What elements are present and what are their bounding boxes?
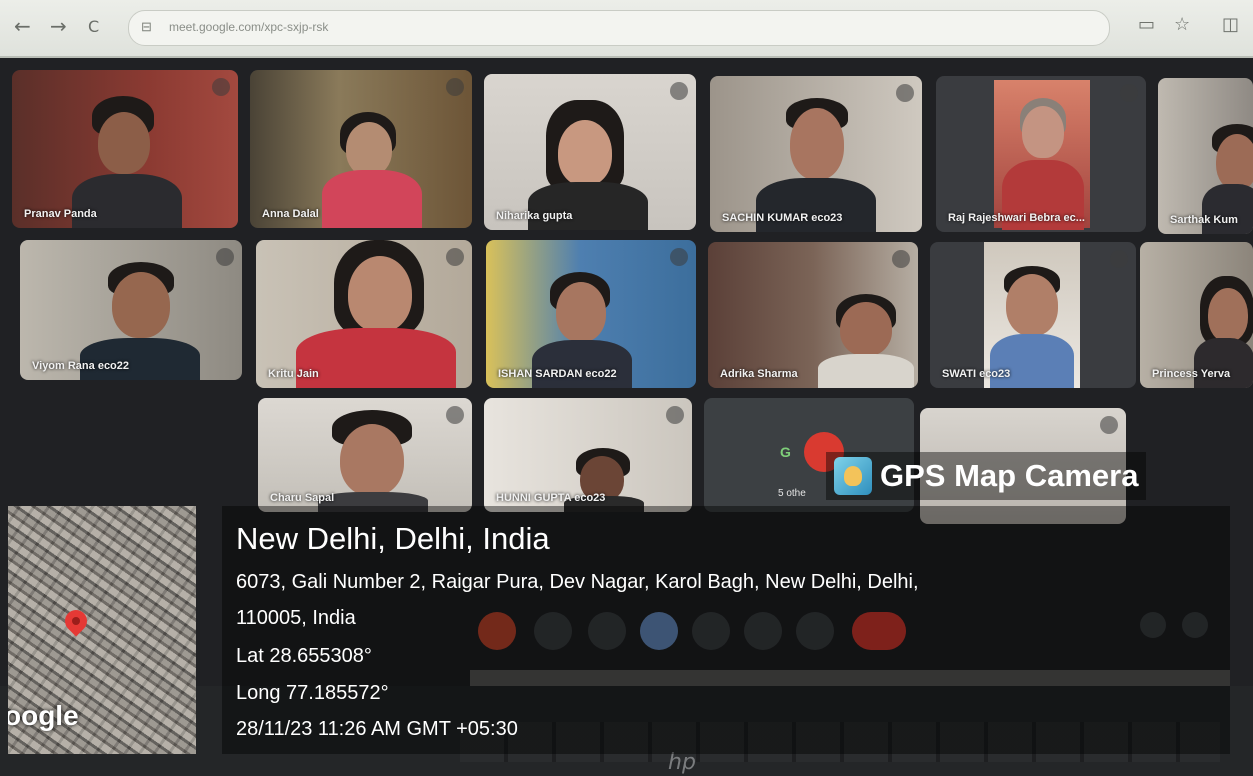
mic-status-icon: [1100, 416, 1118, 434]
gps-datetime: 28/11/23 11:26 AM GMT +05:30: [236, 718, 518, 740]
map-provider-logo: oogle: [8, 700, 79, 731]
participant-name: SACHIN KUMAR eco23: [722, 212, 843, 224]
reload-icon[interactable]: C: [88, 17, 99, 36]
participant-video: [984, 242, 1080, 388]
gps-app-title: GPS Map Camera: [880, 458, 1139, 493]
participant-name: Sarthak Kum: [1170, 214, 1238, 226]
participant-tile[interactable]: HUNNI GUPTA eco23: [484, 398, 692, 512]
participant-tile[interactable]: Sarthak Kum: [1158, 78, 1253, 234]
participant-name: Raj Rajeshwari Bebra ec...: [948, 212, 1085, 224]
participant-tile[interactable]: Adrika Sharma: [708, 242, 918, 388]
participant-name: HUNNI GUPTA eco23: [496, 492, 606, 504]
mic-status-icon: [670, 248, 688, 266]
gps-address-line-2: 110005, India: [236, 607, 356, 629]
participant-video: [318, 406, 428, 512]
gps-map-camera-logo-icon: [834, 457, 872, 495]
address-bar[interactable]: ⊟ meet.google.com/xpc-sxjp-rsk: [128, 10, 1110, 46]
participant-video: [756, 90, 876, 232]
mic-status-icon: [1120, 84, 1138, 102]
participant-name: Niharika gupta: [496, 210, 573, 222]
gps-address-line-1: 6073, Gali Number 2, Raigar Pura, Dev Na…: [236, 571, 919, 593]
gps-longitude: Long 77.185572°: [236, 682, 389, 704]
participant-tile[interactable]: SWATI eco23: [930, 242, 1136, 388]
participant-tile[interactable]: Pranav Panda: [12, 70, 238, 228]
others-label: 5 othe: [778, 488, 806, 499]
mic-status-icon: [446, 78, 464, 96]
participant-tile[interactable]: ISHAN SARDAN eco22: [486, 240, 696, 388]
participant-name: Princess Yerva: [1152, 368, 1231, 380]
bookmark-star-icon[interactable]: ☆: [1174, 14, 1190, 35]
mic-status-icon: [666, 406, 684, 424]
mic-status-icon: [670, 82, 688, 100]
participant-tile[interactable]: Charu Sapal: [258, 398, 472, 512]
participant-tile[interactable]: SACHIN KUMAR eco23: [710, 76, 922, 232]
site-info-icon[interactable]: ⊟: [141, 19, 152, 35]
participant-tile[interactable]: Princess Yerva: [1140, 242, 1253, 388]
gps-city: New Delhi, Delhi, India: [236, 521, 550, 556]
mic-status-icon: [212, 78, 230, 96]
participant-name: Kritu Jain: [268, 368, 319, 380]
participant-video: [322, 108, 422, 228]
participant-name: Pranav Panda: [24, 208, 97, 220]
participant-name: ISHAN SARDAN eco22: [498, 368, 617, 380]
mic-status-icon: [446, 406, 464, 424]
participant-video: [818, 288, 914, 388]
participant-name: Adrika Sharma: [720, 368, 798, 380]
participant-tile[interactable]: Viyom Rana eco22: [20, 240, 242, 380]
participant-name: Viyom Rana eco22: [32, 360, 130, 372]
others-avatar: G: [780, 444, 791, 460]
participant-name: Charu Sapal: [270, 492, 335, 504]
mic-status-icon: [892, 250, 910, 268]
gps-stamp-header: GPS Map Camera: [826, 452, 1147, 500]
participant-video: [296, 240, 456, 388]
gps-map-thumbnail: oogle: [8, 506, 196, 754]
forward-icon[interactable]: →: [50, 14, 67, 38]
mic-status-icon: [896, 84, 914, 102]
mic-status-icon: [446, 248, 464, 266]
url-text: meet.google.com/xpc-sxjp-rsk: [169, 20, 329, 34]
participant-video: [72, 78, 182, 228]
participant-tile[interactable]: Raj Rajeshwari Bebra ec...: [936, 76, 1146, 232]
participant-video: [994, 80, 1090, 230]
gps-latitude: Lat 28.655308°: [236, 645, 372, 667]
participant-tile[interactable]: Anna Dalal: [250, 70, 472, 228]
browser-toolbar: ← → C ⊟ meet.google.com/xpc-sxjp-rsk ▭ ☆…: [0, 0, 1253, 58]
back-icon[interactable]: ←: [14, 14, 31, 38]
mic-status-icon: [216, 248, 234, 266]
participant-tile[interactable]: Niharika gupta: [484, 74, 696, 230]
location-pin-icon: [60, 605, 92, 637]
mic-status-icon: [1110, 250, 1128, 268]
window-icon[interactable]: ◫: [1222, 14, 1239, 35]
participant-name: SWATI eco23: [942, 368, 1011, 380]
camera-permission-icon[interactable]: ▭: [1138, 14, 1155, 35]
participant-name: Anna Dalal: [262, 208, 319, 220]
participant-tile[interactable]: Kritu Jain: [256, 240, 472, 388]
